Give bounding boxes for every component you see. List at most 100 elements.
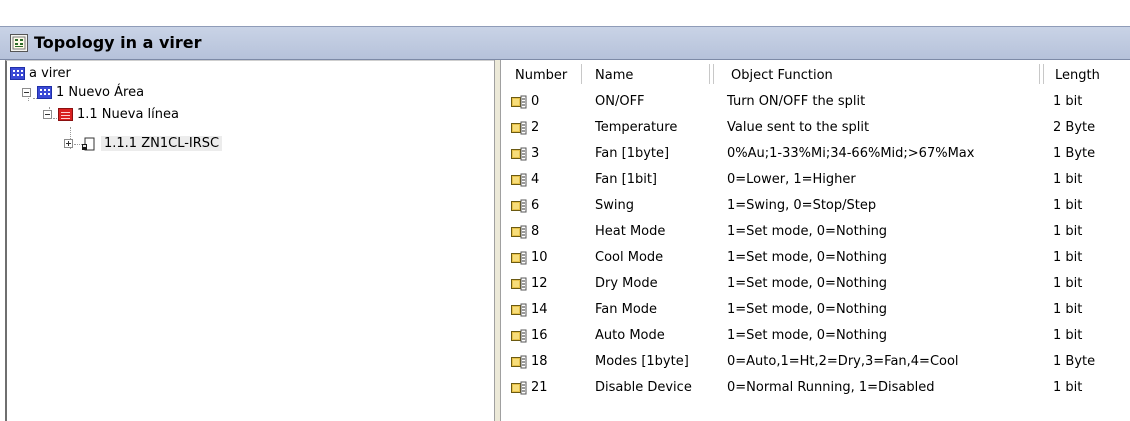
- cell-number: 4: [531, 172, 540, 187]
- cell-number: 16: [531, 328, 548, 343]
- cell-number: 3: [531, 146, 540, 161]
- cell-number: 14: [531, 302, 548, 317]
- cell-length: 1 bit: [1053, 198, 1083, 213]
- cell-length: 1 bit: [1053, 172, 1083, 187]
- column-header-name[interactable]: Name: [587, 62, 707, 88]
- group-object-icon: [511, 121, 527, 135]
- cell-object-function: 1=Set mode, 0=Nothing: [727, 328, 888, 343]
- group-object-icon: [511, 173, 527, 187]
- table-row[interactable]: 14 Fan Mode 1=Set mode, 0=Nothing 1 bit: [501, 298, 1130, 324]
- table-row[interactable]: 2 Temperature Value sent to the split 2 Byt…: [501, 116, 1130, 142]
- column-header-label: Number: [515, 67, 568, 83]
- window-title: Topology in a virer: [34, 33, 202, 52]
- group-object-icon: [511, 225, 527, 239]
- table-row[interactable]: 21 Disable Device 0=Normal Running, 1=Disa…: [501, 376, 1130, 402]
- cell-object-function: 1=Set mode, 0=Nothing: [727, 224, 888, 239]
- cell-number: 18: [531, 354, 548, 369]
- cell-object-function: 1=Set mode, 0=Nothing: [727, 250, 888, 265]
- table-row[interactable]: 0 ON/OFF Turn ON/OFF the split 1 bit: [501, 90, 1130, 116]
- expand-icon[interactable]: [64, 138, 73, 148]
- collapse-icon[interactable]: [43, 109, 52, 119]
- cell-object-function: 0%Au;1-33%Mi;34-66%Mid;>67%Max: [727, 146, 975, 161]
- topology-tree[interactable]: a virer 1 Nuevo Área 1.1 Nueva línea 1.1…: [5, 60, 494, 421]
- collapse-icon[interactable]: [22, 87, 31, 97]
- tree-item-root[interactable]: a virer: [10, 64, 71, 82]
- cell-length: 1 bit: [1053, 94, 1083, 109]
- group-object-icon: [511, 277, 527, 291]
- cell-number: 6: [531, 198, 540, 213]
- cell-length: 1 bit: [1053, 276, 1083, 291]
- cell-object-function: Value sent to the split: [727, 120, 870, 135]
- pane-splitter[interactable]: [494, 60, 501, 421]
- tree-item-line[interactable]: 1.1 Nueva línea: [43, 105, 179, 123]
- table-row[interactable]: 8 Heat Mode 1=Set mode, 0=Nothing 1 bit: [501, 220, 1130, 246]
- cell-number: 21: [531, 380, 548, 395]
- cell-object-function: 0=Normal Running, 1=Disabled: [727, 380, 935, 395]
- group-object-icon: [511, 355, 527, 369]
- column-header-number[interactable]: Number: [507, 62, 579, 88]
- tree-item-label: a virer: [29, 65, 71, 81]
- tree-item-device[interactable]: 1.1.1 ZN1CL-IRSC: [64, 134, 223, 152]
- cell-object-function: 0=Auto,1=Ht,2=Dry,3=Fan,4=Cool: [727, 354, 959, 369]
- cell-object-function: 1=Swing, 0=Stop/Step: [727, 198, 877, 213]
- tree-item-label: 1.1.1 ZN1CL-IRSC: [101, 135, 223, 151]
- topology-window-icon: [10, 34, 28, 52]
- cell-name: Swing: [595, 198, 634, 213]
- table-row[interactable]: 12 Dry Mode 1=Set mode, 0=Nothing 1 bit: [501, 272, 1130, 298]
- table-row[interactable]: 10 Cool Mode 1=Set mode, 0=Nothing 1 bit: [501, 246, 1130, 272]
- topology-window: Topology in a virer a virer 1 Nuevo Área…: [0, 0, 1130, 421]
- column-header-label: Name: [595, 67, 634, 83]
- group-object-icon: [511, 329, 527, 343]
- area-icon: [37, 85, 52, 99]
- cell-length: 1 bit: [1053, 250, 1083, 265]
- cell-length: 2 Byte: [1053, 120, 1096, 135]
- column-divider[interactable]: [709, 64, 711, 84]
- cell-object-function: Turn ON/OFF the split: [727, 94, 866, 109]
- column-header-label: Length: [1055, 67, 1100, 83]
- area-icon: [10, 66, 25, 80]
- table-row[interactable]: 3 Fan [1byte] 0%Au;1-33%Mi;34-66%Mid;>67%M…: [501, 142, 1130, 168]
- cell-length: 1 bit: [1053, 224, 1083, 239]
- table-row[interactable]: 6 Swing 1=Swing, 0=Stop/Step 1 bit: [501, 194, 1130, 220]
- table-row[interactable]: 16 Auto Mode 1=Set mode, 0=Nothing 1 bit: [501, 324, 1130, 350]
- cell-name: Heat Mode: [595, 224, 666, 239]
- cell-name: Fan [1byte]: [595, 146, 670, 161]
- group-object-icon: [511, 95, 527, 109]
- group-object-icon: [511, 199, 527, 213]
- cell-name: Dry Mode: [595, 276, 658, 291]
- cell-length: 1 bit: [1053, 380, 1083, 395]
- cell-name: Disable Device: [595, 380, 692, 395]
- table-row[interactable]: 4 Fan [1bit] 0=Lower, 1=Higher 1 bit: [501, 168, 1130, 194]
- cell-object-function: 1=Set mode, 0=Nothing: [727, 302, 888, 317]
- group-object-icon: [511, 147, 527, 161]
- tree-item-label: 1 Nuevo Área: [56, 84, 145, 100]
- table-row[interactable]: 18 Modes [1byte] 0=Auto,1=Ht,2=Dry,3=Fan,4…: [501, 350, 1130, 376]
- tree-item-area[interactable]: 1 Nuevo Área: [22, 83, 144, 101]
- group-objects-list[interactable]: Number Name Object Function Length 0 ON/O…: [501, 60, 1130, 421]
- cell-name: Temperature: [595, 120, 678, 135]
- cell-name: Fan Mode: [595, 302, 658, 317]
- cell-number: 8: [531, 224, 540, 239]
- cell-name: Modes [1byte]: [595, 354, 689, 369]
- column-divider[interactable]: [581, 64, 583, 84]
- line-icon: [58, 107, 73, 121]
- group-object-icon: [511, 303, 527, 317]
- window-titlebar[interactable]: Topology in a virer: [0, 26, 1130, 60]
- device-icon: [81, 135, 97, 151]
- cell-name: Cool Mode: [595, 250, 664, 265]
- group-object-icon: [511, 251, 527, 265]
- cell-length: 1 Byte: [1053, 146, 1096, 161]
- cell-object-function: 1=Set mode, 0=Nothing: [727, 276, 888, 291]
- column-header-label: Object Function: [731, 67, 833, 83]
- column-divider[interactable]: [1039, 64, 1041, 84]
- cell-number: 0: [531, 94, 540, 109]
- cell-number: 10: [531, 250, 548, 265]
- column-header-length[interactable]: Length: [1047, 62, 1127, 88]
- cell-name: Fan [1bit]: [595, 172, 657, 187]
- column-header-object-function[interactable]: Object Function: [723, 62, 1043, 88]
- cell-name: Auto Mode: [595, 328, 665, 343]
- column-divider[interactable]: [713, 64, 715, 84]
- cell-name: ON/OFF: [595, 94, 645, 109]
- cell-number: 2: [531, 120, 540, 135]
- column-divider[interactable]: [1043, 64, 1045, 84]
